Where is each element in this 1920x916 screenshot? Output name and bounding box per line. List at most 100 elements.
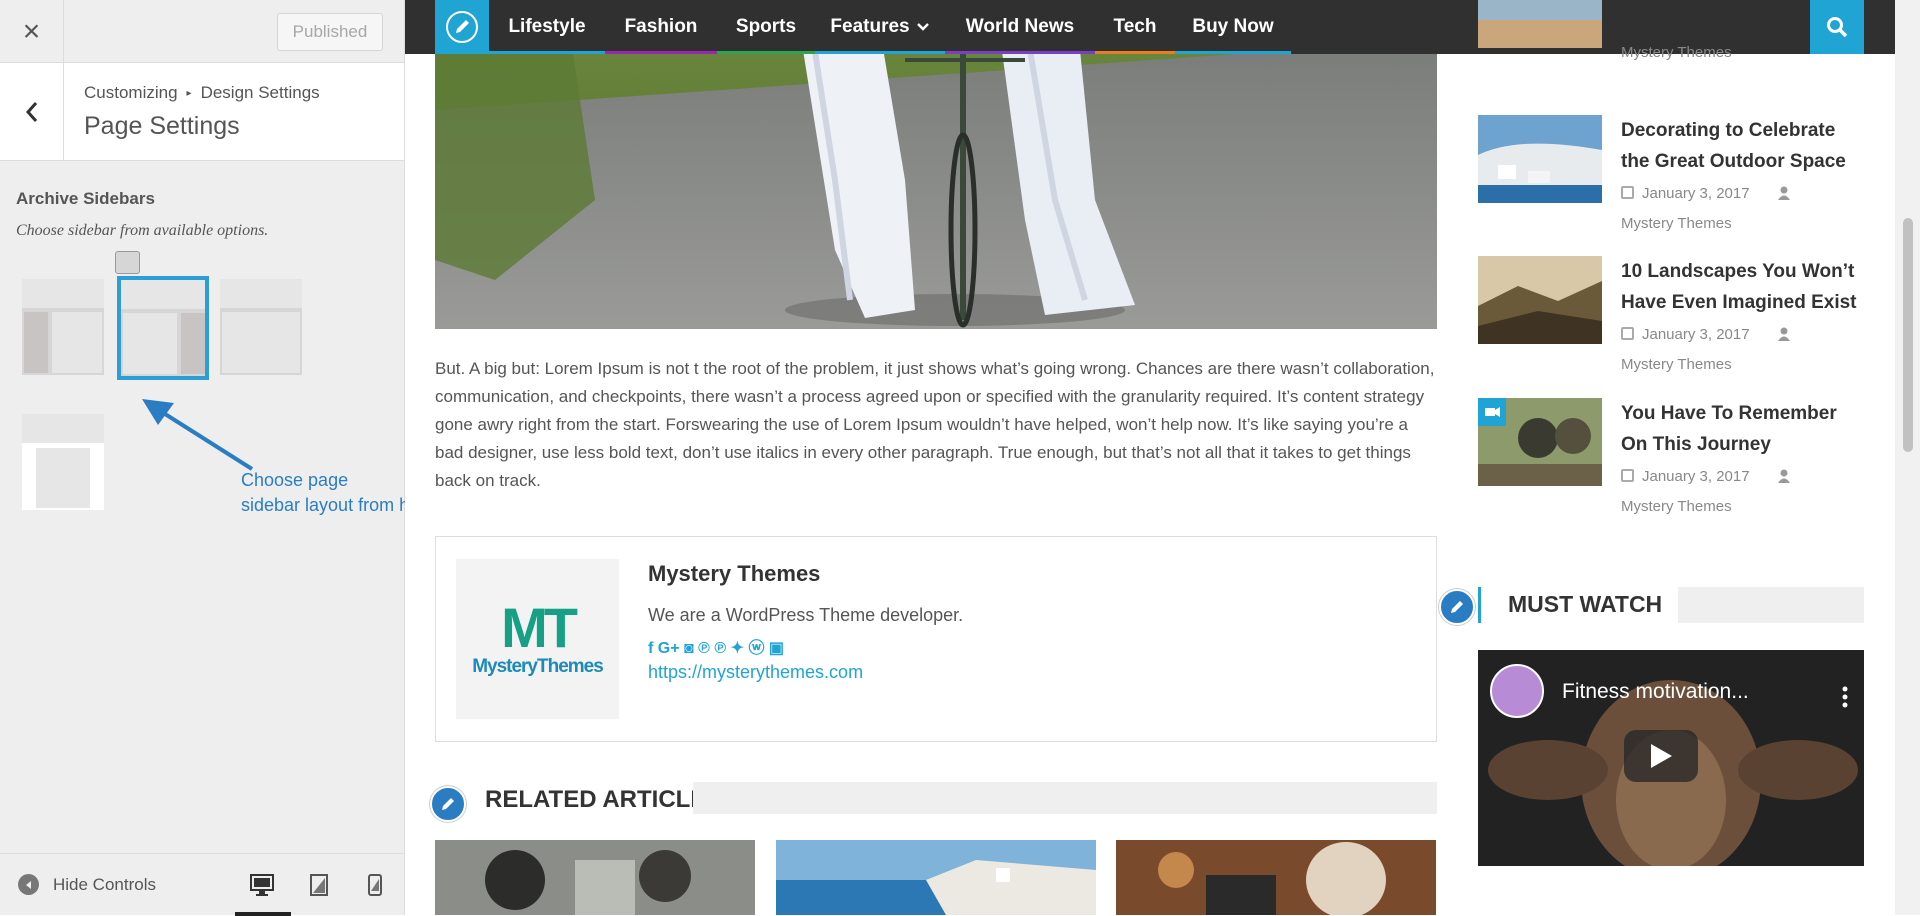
mobile-preview-button[interactable] <box>362 872 388 898</box>
hide-controls-button[interactable]: Hide Controls <box>18 874 156 895</box>
page-scrollbar[interactable] <box>1895 0 1920 915</box>
close-button[interactable]: × <box>0 0 64 63</box>
layout-content-block <box>123 313 177 374</box>
desktop-icon <box>250 874 274 896</box>
scrollbar-thumb[interactable] <box>1903 218 1913 452</box>
related-article-image[interactable] <box>435 840 755 915</box>
back-button[interactable] <box>0 63 64 161</box>
nav-label: Lifestyle <box>508 16 586 37</box>
mobile-icon <box>368 874 382 896</box>
pencil-icon <box>442 798 454 810</box>
nav-item-features[interactable]: Features <box>815 0 945 54</box>
post-author[interactable]: Mystery Themes <box>1621 492 1732 521</box>
breadcrumb-separator-icon: ▸ <box>186 87 192 99</box>
author-description: We are a WordPress Theme developer. <box>648 605 964 625</box>
layout-header-block <box>121 280 205 309</box>
author-name: Mystery Themes <box>648 561 821 586</box>
tablet-icon <box>310 874 328 896</box>
nav-color-bar <box>1175 51 1291 54</box>
edit-shortcut-button[interactable] <box>1439 589 1475 625</box>
desktop-preview-button[interactable] <box>249 872 275 898</box>
nav-item-buy-now[interactable]: Buy Now <box>1175 0 1291 54</box>
calendar-icon <box>1621 186 1634 199</box>
nav-color-bar <box>815 51 945 54</box>
customizer-footer: Hide Controls <box>0 853 404 916</box>
post-thumbnail[interactable] <box>1478 115 1602 203</box>
author-social-icons[interactable]: f G+ ◙ ℗ ℗ ✦ ⓦ ▣ <box>648 634 784 658</box>
post-meta: January 3, 2017 <box>1621 179 1790 208</box>
nav-color-bar <box>605 51 717 54</box>
pencil-icon <box>446 11 478 43</box>
post-author[interactable]: Mystery Themes <box>1621 350 1732 379</box>
post-thumbnail[interactable] <box>1478 256 1602 344</box>
option-description: Choose sidebar from available options. <box>16 222 269 239</box>
nav-label: Sports <box>735 16 797 37</box>
more-options-icon[interactable] <box>1842 686 1848 713</box>
related-articles-header: RELATED ARTICLES <box>425 782 1437 822</box>
calendar-icon <box>1621 327 1634 340</box>
collapse-icon <box>18 874 39 895</box>
annotation-arrow-icon <box>142 399 254 471</box>
nav-item-lifestyle[interactable]: Lifestyle <box>489 0 605 54</box>
breadcrumb-item: Design Settings <box>200 83 320 102</box>
post-title[interactable]: Decorating to Celebrate the Great Outdoo… <box>1621 115 1861 177</box>
nav-color-bar <box>1095 51 1175 54</box>
post-title[interactable]: You Have To Remember On This Journey <box>1621 398 1861 460</box>
layout-header-block <box>22 414 104 443</box>
video-title[interactable]: Fitness motivation... <box>1562 680 1749 704</box>
site-preview: Lifestyle Fashion Sports Features World … <box>405 0 1920 915</box>
layout-sidebar-block <box>181 313 205 374</box>
chevron-left-icon <box>25 102 37 122</box>
post-date: January 3, 2017 <box>1642 468 1750 485</box>
layout-content-block <box>52 312 102 373</box>
layout-right-sidebar-option[interactable] <box>117 276 209 380</box>
post-thumbnail[interactable] <box>1478 0 1602 48</box>
active-device-indicator <box>235 912 291 916</box>
nav-item-sports[interactable]: Sports <box>717 0 815 54</box>
author-box: MT MysteryThemes Mystery Themes We are a… <box>435 536 1437 742</box>
related-article-image[interactable] <box>776 840 1096 915</box>
video-embed[interactable]: Fitness motivation... <box>1478 650 1864 866</box>
section-divider-bar <box>1678 587 1864 623</box>
nav-label: Fashion <box>624 16 698 37</box>
nav-label: Buy Now <box>1192 16 1274 37</box>
section-accent-bar <box>1478 587 1481 623</box>
related-articles-title: RELATED ARTICLES <box>485 786 723 813</box>
nav-item-world-news[interactable]: World News <box>945 0 1095 54</box>
nav-label: Features <box>830 16 910 37</box>
breadcrumb-item: Customizing <box>84 83 178 102</box>
tablet-preview-button[interactable] <box>306 872 332 898</box>
nav-item-fashion[interactable]: Fashion <box>605 0 717 54</box>
layout-header-block <box>22 279 104 308</box>
play-icon <box>1651 744 1672 768</box>
published-button[interactable]: Published <box>277 13 383 51</box>
sidebar-post: Mystery Themes <box>1478 0 1858 90</box>
option-label: Archive Sidebars <box>16 189 155 208</box>
section-header: Customizing ▸ Design Settings Page Setti… <box>0 63 404 161</box>
layout-left-sidebar-option[interactable] <box>22 279 104 375</box>
nav-color-bar <box>489 51 605 54</box>
author-website-link[interactable]: https://mysterythemes.com <box>648 662 863 683</box>
nav-item-tech[interactable]: Tech <box>1095 0 1175 54</box>
channel-avatar[interactable] <box>1490 664 1544 718</box>
related-article-image[interactable] <box>1116 840 1436 915</box>
post-meta: Mystery Themes <box>1621 38 1732 67</box>
author-logo: MT MysteryThemes <box>456 559 619 719</box>
edit-shortcut-button[interactable] <box>430 786 466 822</box>
post-title[interactable]: 10 Landscapes You Won’t Have Even Imagin… <box>1621 256 1861 318</box>
user-icon <box>1777 469 1790 483</box>
post-meta: January 3, 2017 <box>1621 320 1790 349</box>
layout-no-sidebar-center-option[interactable] <box>22 414 104 510</box>
sidebar-post: You Have To Remember On This Journey Jan… <box>1478 398 1858 523</box>
layout-sidebar-block <box>24 312 48 373</box>
article-paragraph: But. A big but: Lorem Ipsum is not t the… <box>435 359 1435 490</box>
nav-label: Tech <box>1113 16 1157 37</box>
layout-no-sidebar-option[interactable] <box>220 279 302 375</box>
post-author[interactable]: Mystery Themes <box>1621 44 1732 61</box>
post-author[interactable]: Mystery Themes <box>1621 209 1732 238</box>
section-title: Page Settings <box>84 112 240 140</box>
post-thumbnail[interactable] <box>1478 398 1602 486</box>
play-button[interactable] <box>1624 730 1698 782</box>
must-watch-title: MUST WATCH <box>1508 591 1663 617</box>
home-button[interactable] <box>435 0 489 54</box>
